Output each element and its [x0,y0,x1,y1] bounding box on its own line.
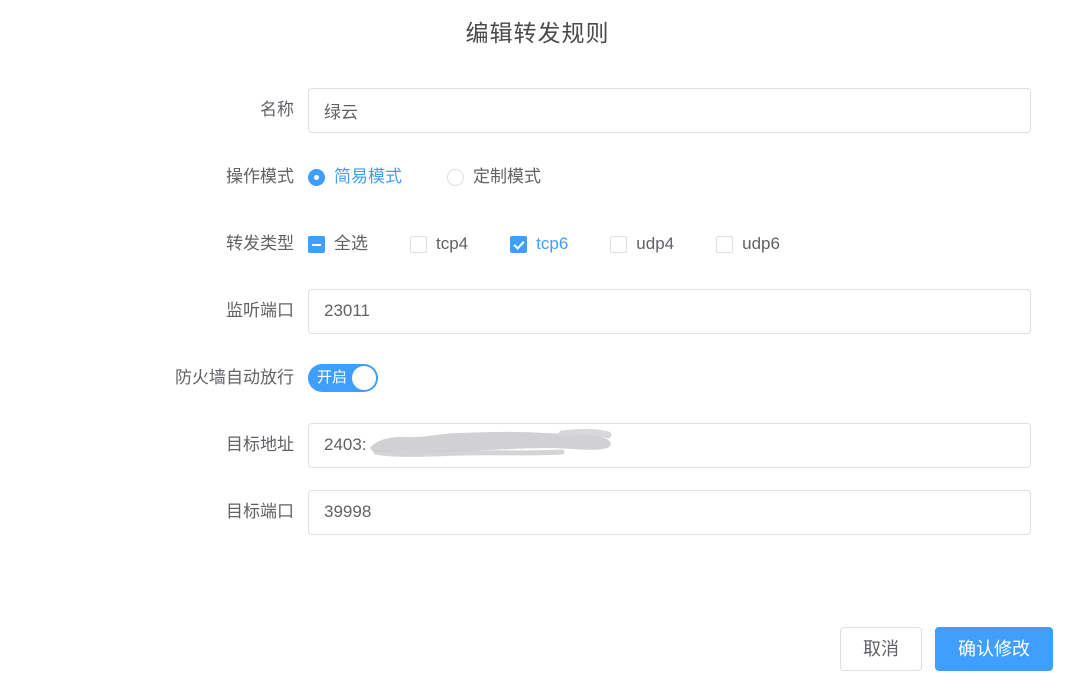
form-row-target-address: 目标地址 [0,419,1053,471]
form-row-target-port: 目标端口 [0,486,1053,538]
target-port-input[interactable] [308,489,1031,535]
forward-rule-form: 名称 操作模式 简易模式 定制模式 [0,84,1075,538]
listen-port-label: 监听端口 [226,301,294,320]
checkbox-empty-icon [410,235,427,253]
checkbox-tcp4[interactable]: tcp4 [410,233,468,255]
confirm-button[interactable]: 确认修改 [935,627,1053,671]
radio-option-simple[interactable]: 简易模式 [308,166,402,188]
radio-option-simple-label: 简易模式 [334,167,402,186]
radio-mark-icon [447,168,464,186]
checkbox-udp6[interactable]: udp6 [716,233,780,255]
form-row-listen-port: 监听端口 [0,285,1053,337]
name-input[interactable] [308,87,1031,133]
checkbox-indeterminate-icon [308,235,325,253]
checkbox-tcp6-label: tcp6 [536,234,569,253]
form-row-forward-type: 转发类型 全选 tcp4 tcp6 udp4 udp6 [0,218,1053,270]
operation-mode-label: 操作模式 [226,167,294,186]
checkbox-empty-icon [610,235,628,253]
radio-option-custom-label: 定制模式 [473,167,541,186]
edit-forward-rule-dialog: 编辑转发规则 名称 操作模式 简易模式 定制模式 [0,0,1075,689]
name-control [308,87,1053,133]
checkbox-tcp6[interactable]: tcp6 [510,233,568,255]
form-row-firewall: 防火墙自动放行 开启 [0,352,1053,404]
form-row-operation-mode: 操作模式 简易模式 定制模式 [0,151,1053,203]
checkbox-select-all[interactable]: 全选 [308,233,368,255]
dialog-footer: 取消 确认修改 [840,627,1053,671]
dialog-title: 编辑转发规则 [465,20,610,46]
name-label: 名称 [260,100,294,119]
toggle-knob-icon [352,366,376,390]
checkbox-select-all-label: 全选 [334,234,368,253]
operation-mode-control: 简易模式 定制模式 [308,166,1053,188]
target-port-control [308,489,1053,535]
target-address-label: 目标地址 [226,435,294,454]
checkbox-empty-icon [716,235,734,253]
form-row-name: 名称 [0,84,1053,136]
target-port-label: 目标端口 [226,502,294,521]
checkbox-tcp4-label: tcp4 [436,234,469,253]
firewall-control: 开启 [308,364,1053,392]
radio-option-custom[interactable]: 定制模式 [447,166,541,188]
firewall-toggle-switch[interactable]: 开启 [308,364,378,392]
target-address-input-wrap [308,422,1031,468]
target-address-control [308,422,1053,468]
checkbox-udp6-label: udp6 [742,234,780,253]
firewall-label: 防火墙自动放行 [175,368,294,387]
cancel-button[interactable]: 取消 [840,627,922,671]
listen-port-control [308,288,1053,334]
checkbox-check-icon [510,235,528,253]
checkbox-udp4-label: udp4 [636,234,675,253]
target-address-input[interactable] [308,422,1031,468]
operation-mode-radio-group: 简易模式 定制模式 [308,166,586,188]
forward-type-checkbox-group: 全选 tcp4 tcp6 udp4 udp6 [308,233,780,255]
forward-type-control: 全选 tcp4 tcp6 udp4 udp6 [308,233,1053,255]
forward-type-label: 转发类型 [226,234,294,253]
radio-mark-icon [308,168,325,186]
firewall-toggle-state-text: 开启 [317,369,348,386]
checkbox-udp4[interactable]: udp4 [610,233,674,255]
listen-port-input[interactable] [308,288,1031,334]
